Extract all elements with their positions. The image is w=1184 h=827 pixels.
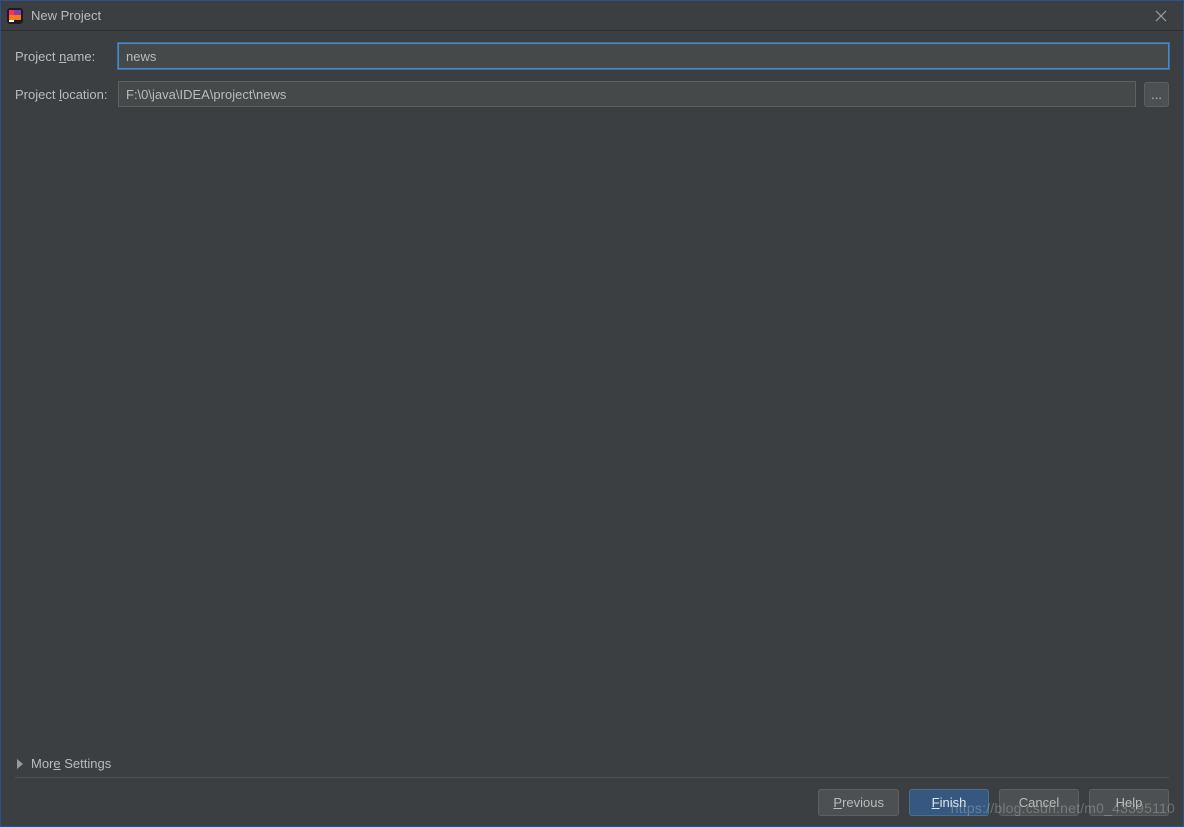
chevron-right-icon bbox=[17, 759, 23, 769]
more-settings-toggle[interactable]: More Settings bbox=[15, 756, 1169, 778]
close-icon bbox=[1155, 10, 1167, 22]
app-icon bbox=[7, 8, 23, 24]
cancel-button[interactable]: Cancel bbox=[999, 789, 1079, 816]
more-settings-label: More Settings bbox=[31, 756, 111, 771]
project-name-label: Project name: bbox=[15, 49, 118, 64]
dialog-content: Project name: Project location: ... bbox=[1, 31, 1183, 107]
previous-button[interactable]: Previous bbox=[818, 789, 899, 816]
browse-button[interactable]: ... bbox=[1144, 82, 1169, 107]
project-location-row: Project location: ... bbox=[15, 81, 1169, 107]
finish-button[interactable]: Finish bbox=[909, 789, 989, 816]
project-name-input[interactable] bbox=[118, 43, 1169, 69]
close-button[interactable] bbox=[1139, 1, 1183, 31]
help-button[interactable]: Help bbox=[1089, 789, 1169, 816]
button-bar: Previous Finish Cancel Help bbox=[818, 789, 1169, 816]
titlebar: New Project bbox=[1, 1, 1183, 31]
project-name-row: Project name: bbox=[15, 43, 1169, 69]
project-location-label: Project location: bbox=[15, 87, 118, 102]
window-title: New Project bbox=[31, 8, 1139, 23]
project-location-input[interactable] bbox=[118, 81, 1136, 107]
